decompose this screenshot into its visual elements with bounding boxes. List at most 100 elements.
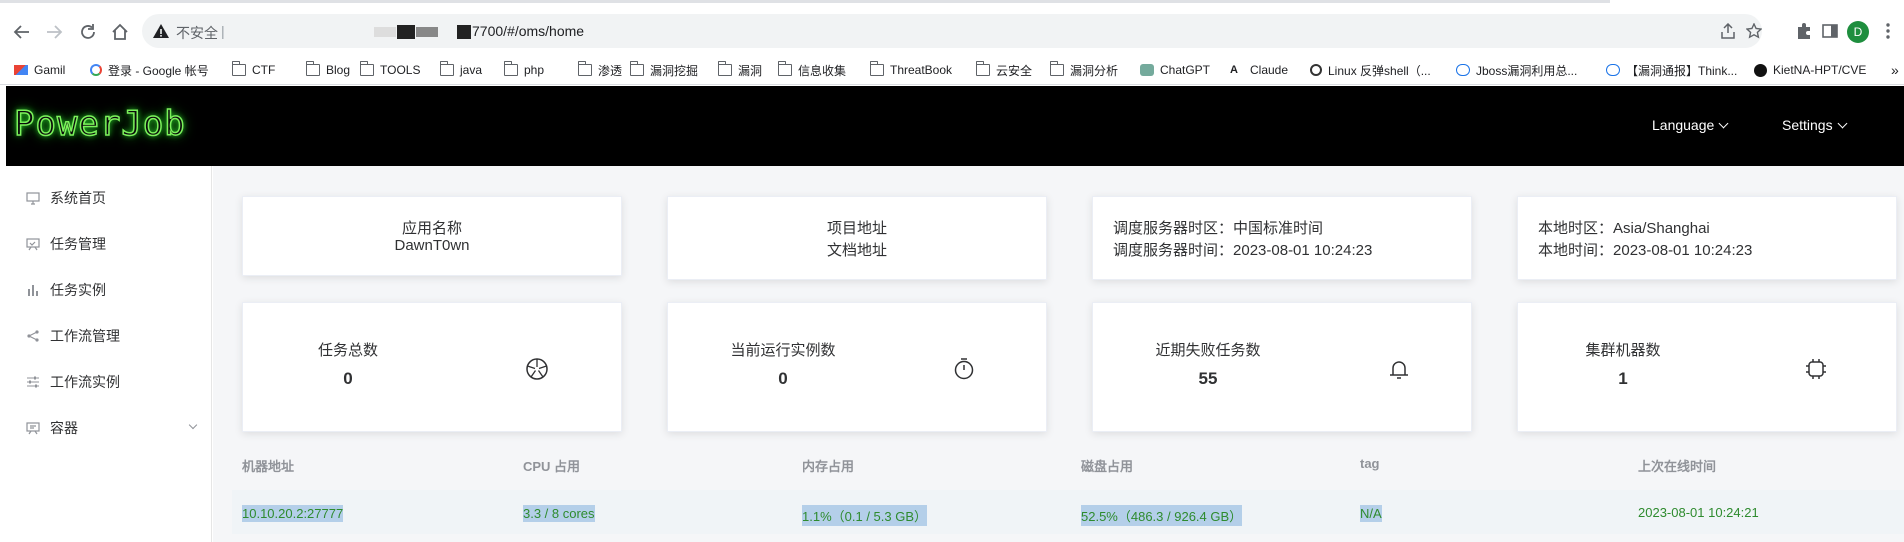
folder-icon: [629, 61, 644, 76]
bookmark-item[interactable]: 漏洞分析: [1049, 61, 1118, 79]
stat-card-failed-tasks: 近期失败任务数 55: [1092, 302, 1472, 432]
sidebar-item-home[interactable]: 系统首页: [26, 188, 196, 208]
bookmark-item[interactable]: 【漏洞通报】Think...: [1606, 61, 1737, 79]
bookmark-item[interactable]: CTF: [231, 61, 276, 79]
chatgpt-icon: [1140, 64, 1154, 76]
bar-chart-icon: [26, 283, 40, 297]
app-header: PowerJob Language Settings: [6, 86, 1904, 166]
column-header: 上次在线时间: [1638, 459, 1717, 474]
address-bar[interactable]: 不安全 | 7700/#/oms/home: [142, 14, 1762, 48]
bookmark-item[interactable]: Gamil: [14, 61, 65, 79]
column-header: 机器地址: [242, 459, 295, 474]
stat-label: 任务总数: [317, 342, 378, 359]
column-header: tag: [1360, 456, 1380, 471]
redaction-block: [397, 25, 415, 39]
bookmark-item[interactable]: ChatGPT: [1140, 61, 1210, 79]
profile-avatar[interactable]: D: [1847, 21, 1869, 43]
task-board-icon: [26, 237, 40, 251]
sidebar-item-workflow-instances[interactable]: 工作流实例: [26, 372, 196, 392]
bookmark-label: ChatGPT: [1160, 63, 1211, 77]
bookmark-label: php: [524, 63, 545, 77]
browser-toolbar: 不安全 | 7700/#/oms/home D: [0, 8, 1904, 55]
bookmark-label: 云安全: [996, 63, 1033, 78]
bookmark-item[interactable]: php: [503, 61, 545, 79]
stat-card-cluster-machines: 集群机器数 1: [1517, 302, 1897, 432]
bookmark-item[interactable]: »: [1891, 61, 1899, 79]
folder-icon: [975, 61, 990, 76]
bookmark-label: CTF: [252, 63, 276, 77]
chevron-down-icon[interactable]: [188, 420, 198, 430]
chevron-down-icon: [1837, 118, 1848, 128]
bookmark-label: Jboss漏洞利用总...: [1476, 63, 1578, 78]
column-header: 内存占用: [802, 459, 855, 474]
extensions-icon[interactable]: [1794, 21, 1814, 41]
forward-icon[interactable]: [42, 20, 66, 44]
settings-menu[interactable]: Settings: [1782, 117, 1848, 133]
sidebar-item-workflows[interactable]: 工作流管理: [26, 326, 196, 346]
stat-value: 0: [343, 369, 353, 388]
folder-icon: [717, 61, 732, 76]
table-cell: 3.3 / 8 cores: [523, 505, 595, 522]
bookmark-label: ThreatBook: [890, 63, 953, 77]
warning-icon[interactable]: [152, 22, 170, 40]
bookmark-item[interactable]: 渗透: [577, 61, 622, 79]
bookmark-item[interactable]: TOOLS: [359, 61, 421, 79]
folder-icon: [359, 61, 374, 76]
bookmark-item[interactable]: A Claude: [1230, 61, 1288, 79]
stat-value: 0: [778, 369, 788, 388]
bookmark-item[interactable]: Linux 反弹shell（...: [1310, 61, 1431, 79]
stat-value: 1: [1618, 369, 1628, 388]
bookmark-label: 【漏洞通报】Think...: [1626, 63, 1738, 78]
bookmark-item[interactable]: 信息收集: [777, 61, 846, 79]
server-time-row: 调度服务器时间：2023-08-01 10:24:23: [1113, 239, 1372, 260]
bookmark-item[interactable]: KietNA-HPT/CVE: [1754, 61, 1866, 79]
project-card: 项目地址 文档地址: [667, 196, 1047, 280]
bookmark-item[interactable]: Blog: [305, 61, 350, 79]
local-time-label: 本地时间：: [1538, 242, 1614, 259]
share-page-icon[interactable]: [1720, 23, 1736, 39]
folder-icon: [305, 61, 320, 76]
chevron-down-icon: [1718, 118, 1729, 128]
bookmark-item[interactable]: Jboss漏洞利用总...: [1456, 61, 1577, 79]
reload-icon[interactable]: [76, 20, 100, 44]
bookmark-label: 漏洞: [738, 63, 763, 78]
bookmark-star-icon[interactable]: [1746, 23, 1762, 39]
table-cell: 2023-08-01 10:24:21: [1638, 505, 1759, 520]
language-menu[interactable]: Language: [1652, 117, 1729, 133]
bookmark-label: »: [1891, 62, 1899, 78]
sidebar-item-tasks[interactable]: 任务管理: [26, 234, 196, 254]
docs-link[interactable]: 文档地址: [668, 239, 1046, 260]
bookmark-item[interactable]: 漏洞挖掘: [629, 61, 698, 79]
server-time-value: 2023-08-01 10:24:23: [1233, 242, 1373, 259]
bookmark-item[interactable]: 云安全: [975, 61, 1033, 79]
url-text[interactable]: 7700/#/oms/home: [472, 23, 584, 39]
table-cell: N/A: [1360, 505, 1382, 522]
local-timezone-label: 本地时区：: [1538, 220, 1614, 237]
home-icon[interactable]: [108, 20, 132, 44]
share-icon: [26, 329, 40, 343]
bookmark-item[interactable]: ThreatBook: [869, 61, 953, 79]
url-separator: |: [221, 23, 225, 39]
stat-card-running-instances: 当前运行实例数 0: [667, 302, 1047, 432]
more-vert-icon[interactable]: [1878, 21, 1898, 41]
app-name-title: 应用名称: [401, 220, 462, 237]
tab-strip-bar: [0, 0, 1610, 3]
folder-icon: [1049, 61, 1064, 76]
folder-icon: [777, 61, 792, 76]
side-panel-icon[interactable]: [1820, 21, 1840, 41]
column-header: 磁盘占用: [1081, 459, 1134, 474]
server-time-card: 调度服务器时区：中国标准时间 调度服务器时间：2023-08-01 10:24:…: [1092, 196, 1472, 280]
bookmark-label: TOOLS: [380, 63, 421, 77]
settings-label: Settings: [1782, 117, 1833, 133]
bookmark-item[interactable]: 登录 - Google 帐号: [90, 61, 209, 79]
back-icon[interactable]: [10, 20, 34, 44]
table-cell: 52.5%（486.3 / 926.4 GB）: [1081, 505, 1243, 526]
bookmark-label: Linux 反弹shell（...: [1328, 63, 1431, 78]
stat-card-total-tasks: 任务总数 0: [242, 302, 622, 432]
bookmark-item[interactable]: java: [439, 61, 482, 79]
insecure-label[interactable]: 不安全: [176, 23, 218, 43]
bookmark-item[interactable]: 漏洞: [717, 61, 763, 79]
sidebar-item-task-instances[interactable]: 任务实例: [26, 280, 196, 300]
powerjob-logo[interactable]: PowerJob: [13, 103, 186, 145]
sidebar-item-containers[interactable]: 容器: [26, 418, 198, 438]
